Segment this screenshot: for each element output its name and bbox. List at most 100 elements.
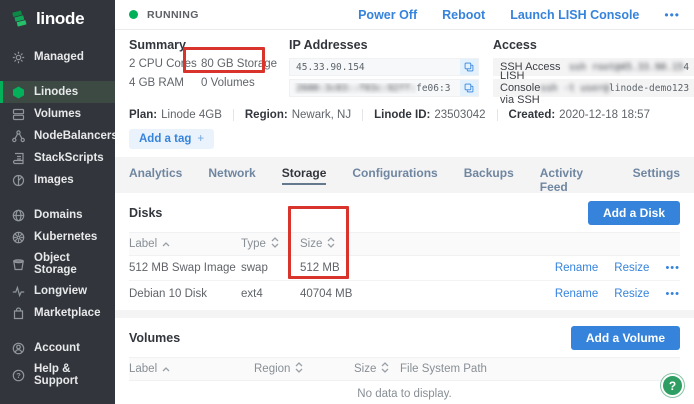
rename-disk-button[interactable]: Rename bbox=[555, 288, 598, 300]
kubernetes-icon bbox=[11, 230, 25, 244]
resize-disk-button[interactable]: Resize bbox=[614, 288, 649, 300]
disks-card: Disks Add a Disk Label Type Size 512 MB … bbox=[115, 193, 694, 310]
copy-ipv6-button[interactable] bbox=[460, 80, 478, 96]
account-icon bbox=[11, 341, 25, 355]
add-disk-button[interactable]: Add a Disk bbox=[587, 201, 680, 225]
sidebar-item-kubernetes[interactable]: Kubernetes bbox=[0, 226, 115, 248]
linodes-icon bbox=[11, 85, 25, 99]
power-off-button[interactable]: Power Off bbox=[358, 8, 417, 22]
disks-col-type[interactable]: Type bbox=[241, 237, 300, 251]
plus-icon: + bbox=[197, 133, 205, 145]
rename-disk-button[interactable]: Rename bbox=[555, 262, 598, 274]
disks-col-size[interactable]: Size bbox=[300, 237, 420, 251]
volumes-col-path: File System Path bbox=[400, 363, 487, 375]
disk-label: Debian 10 Disk bbox=[129, 287, 207, 300]
lish-ssh-value: ssh -t user@linode-demo123 bbox=[540, 83, 689, 94]
sidebar-item-label: Account bbox=[34, 342, 80, 354]
tab-storage[interactable]: Storage bbox=[281, 166, 327, 185]
sidebar-item-nodebalancers[interactable]: NodeBalancers bbox=[0, 125, 118, 147]
disk-label: 512 MB Swap Image bbox=[129, 262, 236, 274]
reboot-button[interactable]: Reboot bbox=[442, 8, 485, 22]
sort-icon bbox=[381, 362, 389, 376]
add-tag-button[interactable]: Add a tag + bbox=[129, 129, 215, 149]
more-actions-button[interactable]: ••• bbox=[664, 8, 680, 22]
tab-network[interactable]: Network bbox=[208, 166, 255, 185]
add-volume-button[interactable]: Add a Volume bbox=[570, 326, 680, 350]
volumes-table-header: Label Region Size File System Path bbox=[129, 357, 680, 381]
topbar-actions: Power Off Reboot Launch LISH Console ••• bbox=[358, 8, 680, 22]
ipv6-row: 2600:3c03::f03c:92ff:fe06:3 bbox=[289, 79, 479, 97]
disk-type: ext4 bbox=[241, 287, 263, 300]
volumes-card: Volumes Add a Volume Label Region Size F… bbox=[115, 318, 694, 404]
stackscripts-icon bbox=[11, 151, 25, 165]
launch-lish-console-button[interactable]: Launch LISH Console bbox=[510, 8, 639, 22]
tab-configurations[interactable]: Configurations bbox=[352, 166, 437, 185]
linode-logo[interactable]: linode bbox=[0, 0, 115, 33]
disk-more-button[interactable]: ••• bbox=[665, 262, 680, 274]
meta-created: Created: 2020-12-18 18:57 bbox=[496, 109, 661, 121]
sidebar-item-longview[interactable]: Longview bbox=[0, 280, 115, 302]
copy-icon bbox=[464, 83, 474, 93]
sidebar-item-label: Linodes bbox=[34, 86, 79, 98]
lish-visible: linode-demo123 bbox=[609, 82, 690, 94]
ipv6-address: 2600:3c03::f03c:92ff:fe06:3 bbox=[290, 83, 450, 94]
summary-cpu: 2 CPU Cores bbox=[129, 58, 197, 70]
summary-storage: 80 GB Storage bbox=[201, 58, 278, 70]
help-bubble-button[interactable]: ? bbox=[661, 374, 684, 397]
volumes-col-region[interactable]: Region bbox=[254, 362, 354, 376]
managed-icon bbox=[11, 50, 25, 64]
disks-title: Disks bbox=[129, 206, 163, 220]
images-icon bbox=[11, 173, 25, 187]
disk-type: swap bbox=[241, 262, 268, 274]
ip-addresses-title: IP Addresses bbox=[289, 38, 368, 52]
svg-text:?: ? bbox=[16, 371, 21, 380]
ipv6-redacted: 2600:3c03::f03c:92ff: bbox=[296, 82, 417, 94]
meta-plan: Plan: Linode 4GB bbox=[129, 109, 222, 121]
sidebar-item-stackscripts[interactable]: StackScripts bbox=[0, 147, 115, 169]
disk-size: 512 MB bbox=[300, 262, 340, 274]
tab-activity-feed[interactable]: Activity Feed bbox=[540, 166, 607, 194]
sort-icon bbox=[295, 362, 303, 376]
nav-group-compute: Linodes Volumes NodeBalancers StackScrip… bbox=[0, 81, 118, 191]
disk-row-debian: Debian 10 Disk ext4 40704 MB Rename Resi… bbox=[129, 281, 680, 306]
sidebar-item-object-storage[interactable]: Object Storage bbox=[0, 248, 115, 280]
sidebar-item-label: NodeBalancers bbox=[34, 130, 118, 142]
sidebar-item-help-support[interactable]: ? Help & Support bbox=[0, 359, 115, 391]
tab-analytics[interactable]: Analytics bbox=[129, 166, 182, 185]
tab-backups[interactable]: Backups bbox=[464, 166, 514, 185]
marketplace-icon bbox=[11, 306, 25, 320]
linode-status-bar: RUNNING Power Off Reboot Launch LISH Con… bbox=[115, 0, 694, 30]
copy-ipv4-button[interactable] bbox=[460, 59, 478, 75]
resize-disk-button[interactable]: Resize bbox=[614, 262, 649, 274]
lish-ssh-row: LISH Console via SSH ssh -t user@linode-… bbox=[493, 70, 694, 106]
sidebar-item-volumes[interactable]: Volumes bbox=[0, 103, 115, 125]
sort-asc-icon bbox=[162, 363, 170, 375]
disk-more-button[interactable]: ••• bbox=[665, 288, 680, 300]
nav-group-managed: Managed bbox=[0, 46, 115, 68]
summary-panel: Summary 2 CPU Cores 80 GB Storage 4 GB R… bbox=[129, 38, 289, 100]
volumes-empty-state: No data to display. bbox=[129, 381, 680, 404]
volumes-col-label[interactable]: Label bbox=[129, 363, 254, 375]
linode-tabs: Analytics Network Storage Configurations… bbox=[115, 157, 694, 194]
access-title: Access bbox=[493, 38, 537, 52]
sidebar-item-marketplace[interactable]: Marketplace bbox=[0, 302, 115, 324]
sidebar-item-account[interactable]: Account bbox=[0, 337, 115, 359]
sidebar-item-domains[interactable]: Domains bbox=[0, 204, 115, 226]
disks-table-header: Label Type Size bbox=[129, 232, 680, 256]
sidebar-item-linodes[interactable]: Linodes bbox=[0, 81, 115, 103]
linode-meta-row: Plan: Linode 4GB Region: Newark, NJ Linode… bbox=[129, 109, 680, 121]
nav-group-services: Domains Kubernetes Object Storage Longvi… bbox=[0, 204, 115, 324]
nav-group-account: Account ? Help & Support bbox=[0, 337, 115, 391]
linode-logo-icon bbox=[10, 9, 30, 29]
tab-settings[interactable]: Settings bbox=[633, 166, 680, 185]
disks-col-label[interactable]: Label bbox=[129, 238, 241, 250]
meta-linode-id: Linode ID: 23503042 bbox=[362, 109, 496, 121]
object-storage-icon bbox=[11, 257, 25, 271]
sidebar-item-label: Object Storage bbox=[34, 252, 77, 276]
sidebar-item-label: Marketplace bbox=[34, 307, 101, 319]
linode-summary-card: Summary 2 CPU Cores 80 GB Storage 4 GB R… bbox=[115, 30, 694, 157]
volumes-col-size[interactable]: Size bbox=[354, 362, 400, 376]
sidebar-item-managed[interactable]: Managed bbox=[0, 46, 115, 68]
sidebar-item-images[interactable]: Images bbox=[0, 169, 115, 191]
summary-title: Summary bbox=[129, 38, 186, 52]
